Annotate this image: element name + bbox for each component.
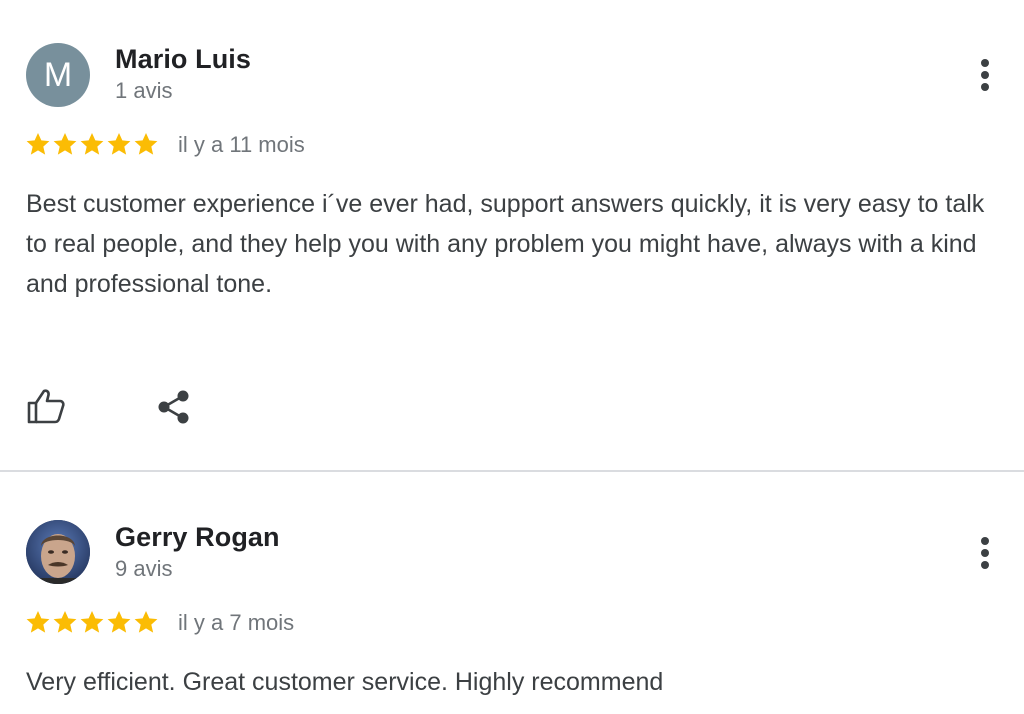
author-name[interactable]: Gerry Rogan (115, 522, 280, 553)
star-icon (134, 132, 158, 155)
star-icon (80, 132, 104, 155)
more-options-button[interactable] (970, 533, 1000, 573)
review-count[interactable]: 1 avis (115, 78, 172, 104)
star-icon (107, 610, 131, 633)
star-icon (26, 610, 50, 633)
review-count[interactable]: 9 avis (115, 556, 172, 582)
review-text: Best customer experience i´ve ever had, … (26, 190, 985, 298)
review-text: Very efficient. Great customer service. … (26, 668, 664, 696)
star-icon (53, 610, 77, 633)
avatar[interactable]: M (26, 43, 90, 107)
star-icon (26, 132, 50, 155)
profile-photo (26, 520, 90, 584)
share-button[interactable] (156, 389, 192, 430)
thumbs-up-icon (27, 389, 65, 424)
star-icon (134, 610, 158, 633)
star-icon (80, 610, 104, 633)
more-icon (981, 59, 989, 67)
author-name[interactable]: Mario Luis (115, 44, 251, 75)
share-icon (158, 390, 189, 424)
star-rating (25, 609, 159, 635)
star-icon (53, 132, 77, 155)
more-icon (981, 537, 989, 545)
star-rating (25, 131, 159, 157)
review-time: il y a 11 mois (178, 132, 305, 157)
avatar[interactable] (26, 520, 90, 584)
avatar-letter: M (43, 55, 73, 94)
review-card: M Mario Luis 1 avis il y a 11 mois Best … (0, 0, 1024, 472)
like-button[interactable] (26, 387, 66, 430)
star-icon (107, 132, 131, 155)
review-card: Gerry Rogan 9 avis il y a 7 mois Very ef… (0, 472, 1024, 714)
review-time: il y a 7 mois (178, 610, 295, 635)
more-options-button[interactable] (970, 55, 1000, 95)
